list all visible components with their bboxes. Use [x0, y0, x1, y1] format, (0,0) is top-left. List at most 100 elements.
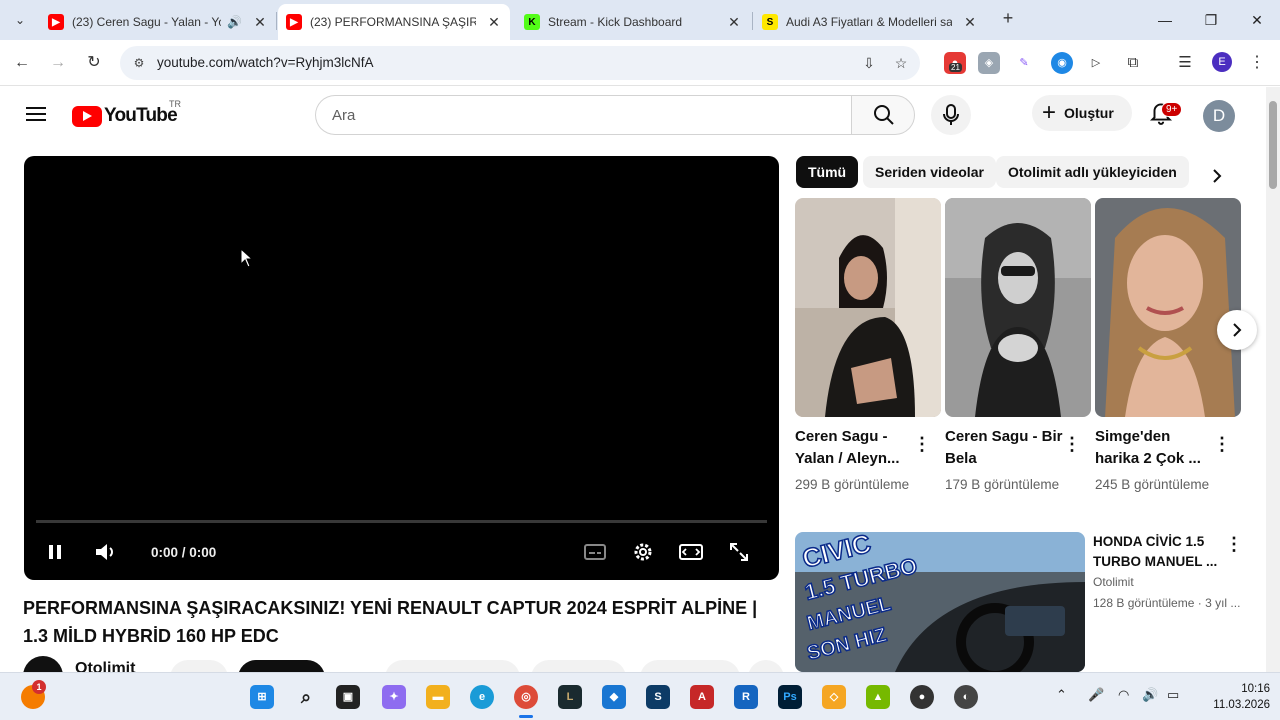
tab-kick-dashboard[interactable]: K Stream - Kick Dashboard ✕: [516, 4, 750, 40]
theater-mode-icon[interactable]: [678, 539, 704, 565]
shorts-next-button[interactable]: [1217, 310, 1257, 350]
pause-icon[interactable]: [42, 539, 68, 565]
progress-bar[interactable]: [36, 520, 767, 523]
task-view-icon[interactable]: ▣: [336, 685, 360, 709]
short-thumbnail[interactable]: [945, 198, 1091, 417]
kick-favicon-icon: K: [524, 14, 540, 30]
voice-search-button[interactable]: [931, 95, 971, 135]
new-tab-plus-icon[interactable]: +: [996, 8, 1020, 32]
revit-icon[interactable]: R: [734, 685, 758, 709]
youtube-favicon-icon: ▶: [48, 14, 64, 30]
forward-arrow-icon[interactable]: →: [46, 51, 70, 75]
short-thumbnail[interactable]: [1095, 198, 1241, 417]
window-close-icon[interactable]: ✕: [1235, 6, 1279, 34]
hamburger-menu-icon[interactable]: [24, 103, 48, 127]
recommended-channel[interactable]: Otolimit: [1093, 575, 1134, 589]
short-title[interactable]: Simge'den harika 2 Çok ...: [1095, 426, 1213, 470]
window-minimize-icon[interactable]: —: [1143, 6, 1187, 34]
edge-browser-icon[interactable]: e: [470, 685, 494, 709]
file-explorer-icon[interactable]: ▬: [426, 685, 450, 709]
tab-performansina[interactable]: ▶ (23) PERFORMANSINA ŞAŞIRAC ✕: [278, 4, 510, 40]
chip-uploader[interactable]: Otolimit adlı yükleyiciden: [996, 156, 1189, 188]
tray-overflow-chevron-icon[interactable]: ⌃: [1056, 687, 1067, 703]
tab-search-chevron-icon[interactable]: ⌄: [8, 8, 32, 32]
extensions-puzzle-icon[interactable]: ⧉: [1122, 52, 1144, 74]
short-more-kebab-icon[interactable]: ⋮: [1063, 434, 1081, 455]
shield-extension-icon[interactable]: ◈: [978, 52, 1000, 74]
photoshop-icon[interactable]: Ps: [778, 685, 802, 709]
sublime-text-icon[interactable]: ◇: [822, 685, 846, 709]
short-card[interactable]: Simge'den harika 2 Çok ... 245 B görüntü…: [1095, 198, 1241, 495]
volume-icon[interactable]: [92, 539, 118, 565]
chip-series-videos[interactable]: Seriden videolar: [863, 156, 996, 188]
recommended-thumbnail[interactable]: CIVIC 1.5 TURBO MANUEL SON HIZ: [795, 532, 1085, 672]
video-title: PERFORMANSINA ŞAŞIRACAKSINIZ! YENİ RENAU…: [23, 598, 758, 646]
autocad-icon[interactable]: A: [690, 685, 714, 709]
tab-close-icon[interactable]: ✕: [486, 14, 502, 31]
media-queue-icon[interactable]: ☰: [1174, 52, 1196, 74]
url-text[interactable]: youtube.com/watch?v=Ryhjm3lcNfA: [157, 55, 373, 70]
browser-profile-avatar[interactable]: E: [1212, 52, 1232, 72]
account-avatar[interactable]: D: [1203, 100, 1235, 132]
short-views: 179 B görüntüleme: [945, 477, 1060, 492]
recommended-video[interactable]: CIVIC 1.5 TURBO MANUEL SON HIZ HONDA CİV…: [795, 532, 1245, 672]
sketchup-icon[interactable]: S: [646, 685, 670, 709]
subtitles-icon[interactable]: [582, 539, 608, 565]
bookmark-star-icon[interactable]: ☆: [892, 54, 910, 72]
window-restore-icon[interactable]: ❐: [1189, 6, 1233, 34]
tab-audi-a3[interactable]: S Audi A3 Fiyatları & Modelleri sa ✕: [754, 4, 986, 40]
clock-time: 10:16: [1241, 683, 1270, 695]
short-title[interactable]: Ceren Sagu - Yalan / Aleyn...: [795, 426, 913, 470]
chip-all[interactable]: Tümü: [796, 156, 859, 188]
chrome-browser-icon[interactable]: ◎: [514, 685, 538, 709]
tab-title: Stream - Kick Dashboard: [548, 15, 683, 29]
tab-ceren-sagu[interactable]: ▶ (23) Ceren Sagu - Yalan - Yo 🔊 ✕: [40, 4, 276, 40]
create-button[interactable]: + Oluştur: [1032, 95, 1132, 131]
site-settings-icon[interactable]: ⚙: [130, 54, 148, 72]
tab-close-icon[interactable]: ✕: [726, 14, 742, 31]
rocket-league-icon[interactable]: ◆: [602, 685, 626, 709]
tab-close-icon[interactable]: ✕: [252, 14, 268, 31]
search-input[interactable]: Ara: [315, 95, 852, 135]
nvidia-icon[interactable]: ▲: [866, 685, 890, 709]
pen-extension-icon[interactable]: ✎: [1013, 52, 1035, 74]
reload-icon[interactable]: ↻: [82, 51, 106, 75]
short-card[interactable]: Ceren Sagu - Yalan / Aleyn... 299 B görü…: [795, 198, 941, 495]
copilot-icon[interactable]: ✦: [382, 685, 406, 709]
recommended-more-kebab-icon[interactable]: ⋮: [1225, 534, 1243, 555]
blue-extension-icon[interactable]: ◉: [1051, 52, 1073, 74]
youtube-header: YouTube TR Ara + Oluştur D: [0, 87, 1266, 143]
wifi-icon[interactable]: ◠: [1118, 687, 1129, 703]
search-button[interactable]: [851, 95, 915, 135]
system-clock[interactable]: 10:16 11.03.2026: [1200, 681, 1270, 713]
league-of-legends-icon[interactable]: L: [558, 685, 582, 709]
video-player[interactable]: 0:00 / 0:00: [24, 156, 779, 580]
battery-icon[interactable]: ▭: [1167, 687, 1179, 703]
settings-gear-icon[interactable]: [630, 539, 656, 565]
windows-start-icon[interactable]: ⊞: [250, 685, 274, 709]
scrollbar-thumb[interactable]: [1269, 101, 1277, 189]
address-bar[interactable]: ⚙ youtube.com/watch?v=Ryhjm3lcNfA ⇩ ☆: [120, 46, 920, 80]
recommended-title[interactable]: HONDA CİVİC 1.5 TURBO MANUEL ...: [1093, 532, 1221, 572]
speaker-icon[interactable]: 🔊: [1142, 687, 1158, 703]
short-thumbnail[interactable]: [795, 198, 941, 417]
short-card[interactable]: Ceren Sagu - Bir Bela 179 B görüntüleme …: [945, 198, 1091, 495]
short-more-kebab-icon[interactable]: ⋮: [1213, 434, 1231, 455]
back-arrow-icon[interactable]: ←: [10, 51, 34, 75]
short-title[interactable]: Ceren Sagu - Bir Bela: [945, 426, 1063, 470]
install-app-icon[interactable]: ⇩: [860, 54, 878, 72]
chevron-right-icon[interactable]: [1205, 164, 1229, 188]
github-desktop-icon[interactable]: ●: [910, 685, 934, 709]
tray-microphone-icon[interactable]: 🎤: [1088, 687, 1104, 703]
audio-playing-icon[interactable]: 🔊: [227, 15, 242, 29]
short-more-kebab-icon[interactable]: ⋮: [913, 434, 931, 455]
search-icon[interactable]: ⌕: [294, 685, 318, 709]
browser-menu-kebab-icon[interactable]: ⋮: [1246, 52, 1268, 74]
tab-close-icon[interactable]: ✕: [962, 14, 978, 31]
browser-tab-strip: ⌄ ▶ (23) Ceren Sagu - Yalan - Yo 🔊 ✕ ▶ (…: [0, 0, 1280, 40]
youtube-logo[interactable]: YouTube TR: [72, 99, 181, 127]
page-scrollbar[interactable]: [1266, 87, 1280, 672]
anime-avatar-app-icon[interactable]: ◐: [954, 685, 978, 709]
media-extension-icon[interactable]: ▷: [1085, 52, 1107, 74]
fullscreen-icon[interactable]: [726, 539, 752, 565]
